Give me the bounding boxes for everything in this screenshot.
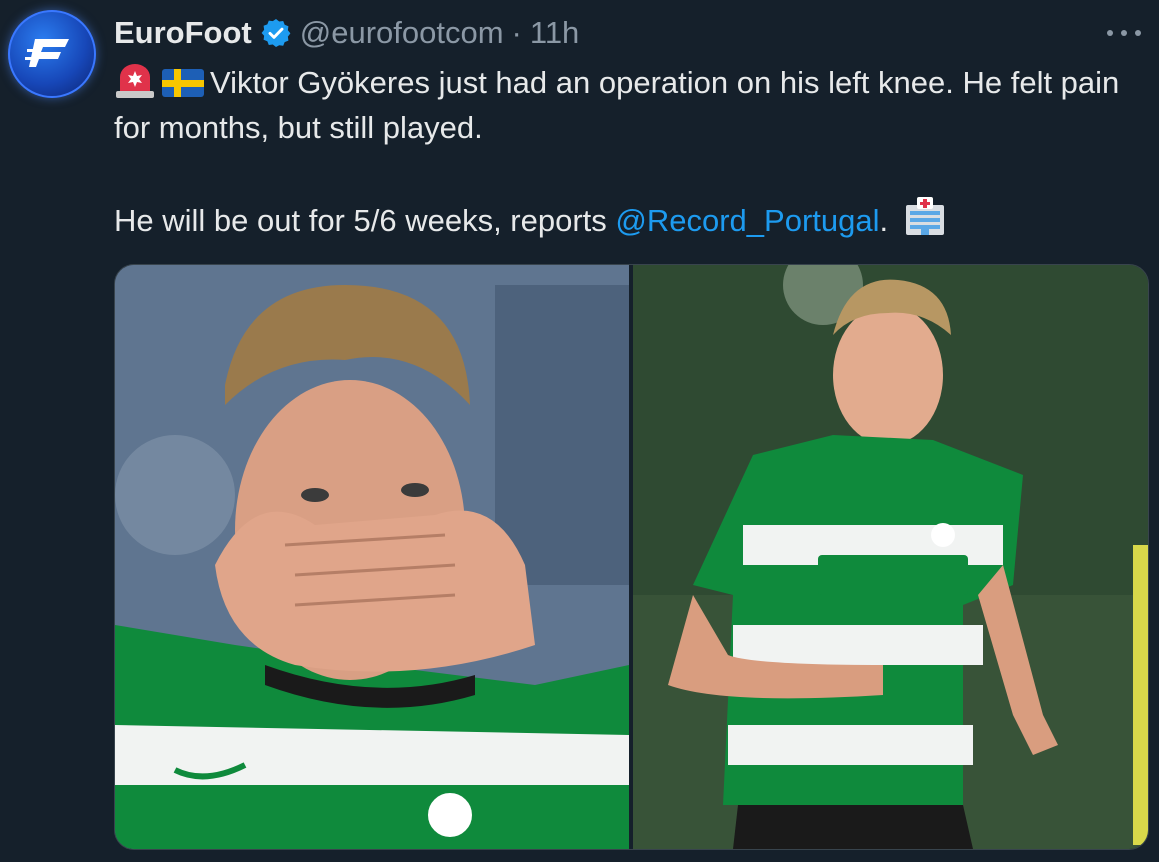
player-running-photo-image bbox=[633, 265, 1148, 849]
photo-right[interactable] bbox=[633, 265, 1148, 849]
avatar[interactable] bbox=[8, 10, 96, 98]
verified-badge-icon[interactable] bbox=[260, 17, 292, 49]
tweet-line-2-prefix: He will be out for 5/6 weeks, reports bbox=[114, 203, 616, 238]
more-options-icon[interactable] bbox=[1107, 18, 1141, 48]
media-gallery[interactable] bbox=[114, 264, 1149, 850]
hospital-emoji-icon bbox=[905, 197, 944, 235]
rotating-light-emoji-icon bbox=[116, 64, 154, 98]
tweet-text: Viktor Gyökeres just had an operation on… bbox=[114, 60, 1144, 243]
photo-left[interactable] bbox=[115, 265, 629, 849]
mention-link[interactable]: @Record_Portugal bbox=[615, 203, 879, 238]
tweet-timestamp[interactable]: 11h bbox=[530, 15, 579, 51]
tweet-line-2-suffix: . bbox=[879, 203, 889, 238]
sweden-flag-emoji-icon bbox=[162, 69, 204, 97]
author-handle[interactable]: @eurofootcom bbox=[300, 15, 504, 51]
separator-dot: · bbox=[511, 15, 522, 50]
author-name[interactable]: EuroFoot bbox=[114, 15, 252, 51]
eurofoot-logo-icon bbox=[25, 39, 69, 67]
player-photo-image bbox=[115, 265, 629, 849]
tweet-line-1: Viktor Gyökeres just had an operation on… bbox=[114, 65, 1120, 145]
tweet-header: EuroFoot @eurofootcom · 11h bbox=[114, 12, 579, 54]
